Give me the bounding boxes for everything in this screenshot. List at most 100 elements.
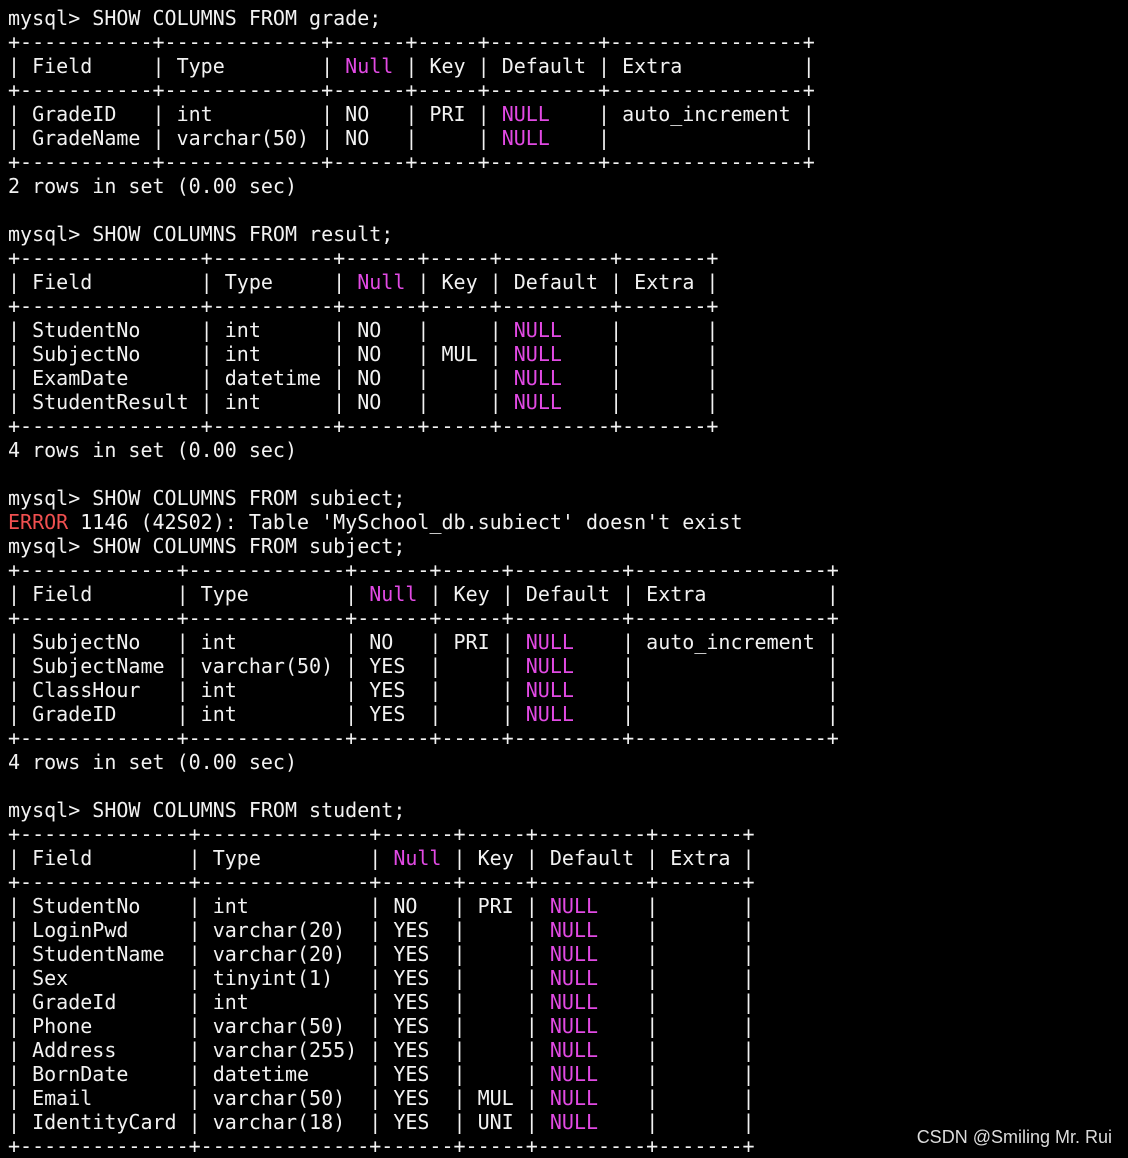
null-token: NULL — [513, 390, 562, 414]
null-token: NULL — [549, 942, 599, 966]
terminal-line: | LoginPwd | varchar(20) | YES | | NULL … — [8, 918, 839, 942]
terminal-line: | Field | Type | Null | Key | Default | … — [8, 54, 839, 78]
terminal-line: +--------------+--------------+------+--… — [8, 822, 839, 846]
terminal-line: | Field | Type | Null | Key | Default | … — [8, 582, 839, 606]
terminal-line: +-----------+-------------+------+-----+… — [8, 30, 839, 54]
terminal-text: +-------------+-------------+------+----… — [8, 606, 839, 630]
terminal-text: mysql> SHOW COLUMNS FROM grade; — [8, 6, 382, 30]
terminal-line: | GradeID | int | NO | PRI | NULL | auto… — [8, 102, 839, 126]
terminal-line: | SubjectNo | int | NO | PRI | NULL | au… — [8, 630, 839, 654]
null-token: NULL — [549, 1062, 599, 1086]
terminal-text: | Key | Default | Extra | — [441, 846, 755, 870]
null-token: NULL — [525, 630, 574, 654]
terminal-text: 1146 (42S02): Table 'MySchool_db.subiect… — [68, 510, 743, 534]
terminal-text: mysql> SHOW COLUMNS FROM result; — [8, 222, 394, 246]
terminal-line: mysql> SHOW COLUMNS FROM subiect; — [8, 486, 839, 510]
terminal-line: | GradeID | int | YES | | NULL | | — [8, 702, 839, 726]
terminal-text: | SubjectNo | int | NO | MUL | — [8, 342, 514, 366]
terminal-text: +---------------+----------+------+-----… — [8, 294, 719, 318]
terminal-text: mysql> SHOW COLUMNS FROM subject; — [8, 534, 406, 558]
terminal-line: | Phone | varchar(50) | YES | | NULL | | — [8, 1014, 839, 1038]
terminal-text: | StudentNo | int | NO | PRI | — [8, 894, 550, 918]
terminal-text: | Field | Type | — [8, 270, 358, 294]
null-token: NULL — [513, 366, 562, 390]
terminal-text: | | — [573, 678, 839, 702]
terminal-text: | | — [561, 342, 719, 366]
null-token: NULL — [525, 678, 574, 702]
terminal-text: | LoginPwd | varchar(20) | YES | | — [8, 918, 550, 942]
terminal-text: +-----------+-------------+------+-----+… — [8, 30, 815, 54]
terminal-line: +-------------+-------------+------+----… — [8, 726, 839, 750]
terminal-line: ERROR 1146 (42S02): Table 'MySchool_db.s… — [8, 510, 839, 534]
terminal-line: +--------------+--------------+------+--… — [8, 870, 839, 894]
terminal-text: +---------------+----------+------+-----… — [8, 414, 719, 438]
terminal-text: | | — [598, 966, 755, 990]
terminal-line: mysql> SHOW COLUMNS FROM student; — [8, 798, 839, 822]
terminal-text: | ClassHour | int | YES | | — [8, 678, 526, 702]
terminal-text: | | — [598, 1086, 755, 1110]
null-token: NULL — [525, 702, 574, 726]
terminal-text: | auto_increment | — [573, 630, 839, 654]
terminal-text: +--------------+--------------+------+--… — [8, 822, 755, 846]
terminal-line: | ClassHour | int | YES | | NULL | | — [8, 678, 839, 702]
terminal-line: 4 rows in set (0.00 sec) — [8, 438, 839, 462]
terminal-text: | BornDate | datetime | YES | | — [8, 1062, 550, 1086]
null-token: NULL — [549, 894, 599, 918]
terminal-text: | | — [598, 918, 755, 942]
null-token: NULL — [513, 318, 562, 342]
terminal-text: +-------------+-------------+------+----… — [8, 726, 839, 750]
terminal-line: | GradeId | int | YES | | NULL | | — [8, 990, 839, 1014]
null-token: NULL — [549, 1038, 599, 1062]
terminal-text: | Key | Default | Extra | — [417, 582, 839, 606]
terminal-text: | | — [598, 1038, 755, 1062]
null-token: NULL — [501, 102, 550, 126]
terminal-text: +-----------+-------------+------+-----+… — [8, 150, 815, 174]
terminal-line: +---------------+----------+------+-----… — [8, 294, 839, 318]
terminal-line: | Field | Type | Null | Key | Default | … — [8, 270, 839, 294]
terminal-line: | IdentityCard | varchar(18) | YES | UNI… — [8, 1110, 839, 1134]
terminal-line: | GradeName | varchar(50) | NO | | NULL … — [8, 126, 839, 150]
terminal-line: +-------------+-------------+------+----… — [8, 558, 839, 582]
terminal-text: | | — [598, 1110, 755, 1134]
terminal-line: +---------------+----------+------+-----… — [8, 246, 839, 270]
terminal-text: mysql> SHOW COLUMNS FROM subiect; — [8, 486, 406, 510]
terminal-line: | ExamDate | datetime | NO | | NULL | | — [8, 366, 839, 390]
terminal-text: | | — [573, 702, 839, 726]
terminal-text: | Field | Type | — [8, 582, 370, 606]
terminal-line: 4 rows in set (0.00 sec) — [8, 750, 839, 774]
terminal-text: | Address | varchar(255) | YES | | — [8, 1038, 550, 1062]
terminal-text: | StudentResult | int | NO | | — [8, 390, 514, 414]
terminal-text: +-------------+-------------+------+----… — [8, 558, 839, 582]
terminal-text: | | — [549, 126, 815, 150]
terminal-text: | auto_increment | — [549, 102, 815, 126]
terminal-text: | IdentityCard | varchar(18) | YES | UNI… — [8, 1110, 550, 1134]
terminal-output: mysql> SHOW COLUMNS FROM grade; +--------… — [8, 6, 839, 1158]
terminal-line: | StudentNo | int | NO | PRI | NULL | | — [8, 894, 839, 918]
terminal-text: | Key | Default | Extra | — [405, 270, 719, 294]
terminal-text: +--------------+--------------+------+--… — [8, 870, 755, 894]
terminal-text: | Sex | tinyint(1) | YES | | — [8, 966, 550, 990]
terminal-line: +-------------+-------------+------+----… — [8, 606, 839, 630]
terminal-line: +--------------+--------------+------+--… — [8, 1134, 839, 1158]
error-token: ERROR — [8, 510, 69, 534]
terminal-line: | SubjectNo | int | NO | MUL | NULL | | — [8, 342, 839, 366]
terminal-text: | SubjectName | varchar(50) | YES | | — [8, 654, 526, 678]
terminal-line: 2 rows in set (0.00 sec) — [8, 174, 839, 198]
terminal-line: | Sex | tinyint(1) | YES | | NULL | | — [8, 966, 839, 990]
null-token: Null — [345, 54, 394, 78]
null-token: NULL — [501, 126, 550, 150]
terminal-line: | Email | varchar(50) | YES | MUL | NULL… — [8, 1086, 839, 1110]
terminal-text: | | — [573, 654, 839, 678]
terminal-text: | StudentNo | int | NO | | — [8, 318, 514, 342]
terminal-text: mysql> SHOW COLUMNS FROM student; — [8, 798, 406, 822]
terminal-text: | ExamDate | datetime | NO | | — [8, 366, 514, 390]
null-token: NULL — [549, 1110, 599, 1134]
terminal-line: | BornDate | datetime | YES | | NULL | | — [8, 1062, 839, 1086]
terminal-line: +-----------+-------------+------+-----+… — [8, 78, 839, 102]
terminal-text: | GradeID | int | NO | PRI | — [8, 102, 502, 126]
terminal-text: | Key | Default | Extra | — [393, 54, 815, 78]
null-token: Null — [357, 270, 406, 294]
